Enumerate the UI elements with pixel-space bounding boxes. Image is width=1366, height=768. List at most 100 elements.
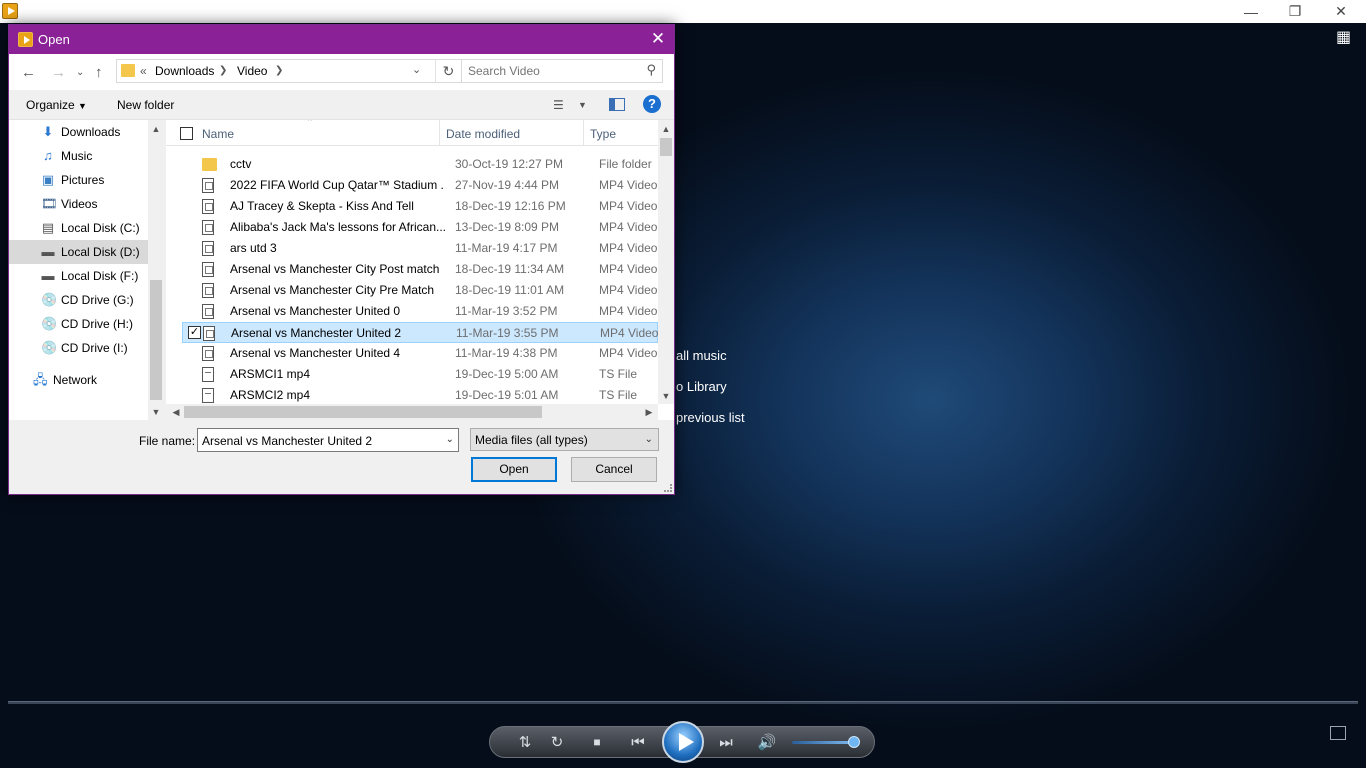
file-row[interactable]: Arsenal vs Manchester City Pre Match 18-… (182, 280, 659, 301)
scroll-up-icon[interactable]: ▲ (148, 124, 164, 134)
file-row[interactable]: 2022 FIFA World Cup Qatar™ Stadium ... 2… (182, 175, 659, 196)
search-input[interactable] (468, 63, 638, 79)
file-row[interactable]: cctv 30-Oct-19 12:27 PM File folder (182, 154, 658, 175)
breadcrumb-separator-icon[interactable]: ❯ (275, 65, 283, 76)
scroll-left-icon[interactable]: ◀ (168, 407, 184, 418)
file-type: MP4 Video File (599, 220, 659, 234)
file-row[interactable]: ARSMCI1 mp4 19-Dec-19 5:00 AM TS File (182, 364, 658, 385)
file-name: Arsenal vs Manchester City Pre Match (230, 283, 435, 297)
nav-item-local-disk-f[interactable]: ▬ Local Disk (F:) (9, 264, 148, 288)
breadcrumb-video[interactable]: Video (237, 64, 267, 78)
scrollbar-thumb[interactable] (184, 406, 542, 418)
nav-pane-scrollbar[interactable]: ▲ ▼ (148, 120, 164, 420)
file-row[interactable]: ARSMCI2 mp4 19-Dec-19 5:01 AM TS File (182, 385, 658, 406)
search-box[interactable]: ⚲ (461, 59, 663, 83)
file-name-combobox[interactable]: ⌄ (197, 428, 459, 452)
seek-bar[interactable] (8, 701, 1358, 704)
nav-item-cd-drive-i[interactable]: 💿 CD Drive (I:) (9, 336, 148, 360)
nav-item-videos[interactable]: 🎞 Videos (9, 192, 148, 216)
restore-button[interactable]: ❐ (1272, 0, 1318, 23)
play-icon[interactable] (662, 721, 704, 763)
nav-item-local-disk-d[interactable]: ▬ Local Disk (D:) (9, 240, 148, 264)
nav-item-pictures[interactable]: ▣ Pictures (9, 168, 148, 192)
volume-slider-thumb[interactable] (848, 736, 860, 748)
music-icon: ♫ (43, 148, 53, 163)
switch-to-library-icon[interactable]: ▦ (1336, 30, 1354, 46)
nav-item-downloads[interactable]: ⬇ Downloads (9, 120, 148, 144)
video-file-icon (203, 326, 215, 341)
file-name-input[interactable] (202, 433, 438, 449)
nav-item-cd-drive-h[interactable]: 💿 CD Drive (H:) (9, 312, 148, 336)
column-divider[interactable] (439, 120, 440, 146)
previous-icon[interactable]: ⏮ (620, 727, 656, 757)
row-checkbox-checked[interactable]: ✓ (188, 326, 201, 339)
nav-item-label: Local Disk (F:) (61, 269, 139, 283)
nav-item-network[interactable]: 🖧 Network (9, 368, 148, 392)
change-view-icon[interactable]: ☰ (553, 98, 569, 112)
scrollbar-thumb[interactable] (660, 138, 672, 156)
previous-list-link[interactable]: previous list (676, 408, 745, 439)
breadcrumb-downloads[interactable]: Downloads (155, 64, 214, 78)
close-window-button[interactable]: ✕ (1318, 0, 1364, 23)
help-icon[interactable]: ? (643, 95, 661, 113)
file-list-horizontal-scrollbar[interactable]: ◀ ▶ (166, 404, 658, 420)
dialog-close-button[interactable]: ✕ (648, 29, 668, 49)
up-arrow-icon[interactable]: ↑ (95, 64, 103, 81)
file-row[interactable]: Arsenal vs Manchester United 4 11-Mar-19… (182, 343, 659, 364)
breadcrumb-separator-icon[interactable]: ❯ (219, 65, 227, 76)
next-icon[interactable]: ⏭ (708, 727, 744, 757)
open-button[interactable]: Open (471, 457, 557, 482)
column-header-name[interactable]: Name (202, 127, 234, 141)
nav-item-music[interactable]: ♫ Music (9, 144, 148, 168)
chevron-down-icon[interactable]: ⌄ (446, 434, 454, 445)
nav-item-label: Network (53, 373, 98, 387)
column-header-date[interactable]: Date modified (446, 127, 520, 141)
file-row[interactable]: Arsenal vs Manchester United 0 11-Mar-19… (182, 301, 659, 322)
forward-arrow-icon[interactable]: → (51, 64, 66, 81)
file-type: MP4 Video File (599, 262, 659, 276)
organize-button[interactable]: Organize ▼ (26, 98, 87, 112)
file-row[interactable]: ars utd 3 11-Mar-19 4:17 PM MP4 Video Fi… (182, 238, 659, 259)
scroll-up-icon[interactable]: ▲ (658, 124, 674, 134)
breadcrumb-overflow[interactable]: « (140, 64, 147, 78)
mute-icon[interactable]: 🔊 (756, 727, 778, 757)
select-all-checkbox[interactable] (180, 127, 193, 140)
file-name: ars utd 3 (230, 241, 277, 255)
file-date: 18-Dec-19 12:16 PM (455, 199, 566, 213)
switch-to-now-playing-icon[interactable] (1330, 726, 1346, 740)
stop-icon[interactable]: ■ (586, 727, 608, 757)
file-row-selected[interactable]: ✓ Arsenal vs Manchester United 2 11-Mar-… (182, 322, 660, 343)
scroll-down-icon[interactable]: ▼ (148, 407, 164, 417)
volume-slider[interactable] (792, 741, 854, 744)
nav-item-local-disk-c[interactable]: ▤ Local Disk (C:) (9, 216, 148, 240)
new-folder-button[interactable]: New folder (117, 98, 174, 112)
address-dropdown-icon[interactable]: ⌄ (412, 63, 421, 76)
column-header-type[interactable]: Type (590, 127, 616, 141)
cd-icon: 💿 (41, 292, 58, 307)
shuffle-icon[interactable]: ⇅ (514, 727, 536, 757)
recent-locations-icon[interactable]: ⌄ (76, 67, 84, 78)
go-to-library-link[interactable]: o Library (676, 377, 745, 408)
cancel-button[interactable]: Cancel (571, 457, 657, 482)
dialog-title: Open (38, 32, 70, 47)
file-row[interactable]: Alibaba's Jack Ma's lessons for African.… (182, 217, 659, 238)
scroll-right-icon[interactable]: ▶ (641, 407, 657, 418)
preview-pane-icon[interactable] (609, 98, 625, 111)
resize-grip[interactable] (664, 484, 672, 492)
view-dropdown-icon[interactable]: ▼ (578, 100, 587, 110)
file-type-select[interactable]: Media files (all types) ⌄ (470, 428, 659, 451)
refresh-icon[interactable]: ↻ (435, 60, 461, 82)
command-bar: Organize ▼ New folder ☰ ▼ ? (9, 90, 674, 120)
scroll-down-icon[interactable]: ▼ (658, 391, 674, 401)
column-divider[interactable] (583, 120, 584, 146)
back-arrow-icon[interactable]: ← (21, 64, 36, 81)
address-input[interactable]: « Downloads ❯ Video ❯ ⌄ ↻ (116, 59, 462, 83)
file-row[interactable]: AJ Tracey & Skepta - Kiss And Tell 18-De… (182, 196, 659, 217)
file-row[interactable]: Arsenal vs Manchester City Post match 18… (182, 259, 659, 280)
minimize-button[interactable]: — (1228, 0, 1274, 23)
scrollbar-thumb[interactable] (150, 280, 162, 400)
file-list-vertical-scrollbar[interactable]: ▲ ▼ (658, 120, 674, 404)
nav-item-cd-drive-g[interactable]: 💿 CD Drive (G:) (9, 288, 148, 312)
repeat-icon[interactable]: ↻ (546, 727, 568, 757)
play-all-music-link[interactable]: all music (676, 346, 745, 377)
